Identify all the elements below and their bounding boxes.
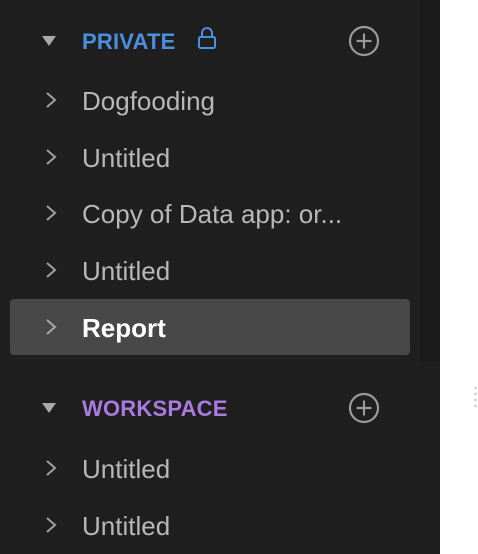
caret-down-icon[interactable] [42, 36, 56, 46]
sidebar: PRIVATE Dogfooding Untitled Copy of Data… [0, 0, 440, 554]
section-title-private: PRIVATE [82, 29, 176, 54]
tree-item-label: Report [82, 313, 166, 343]
tree-item-dogfooding[interactable]: Dogfooding [10, 72, 410, 128]
tree-item-untitled[interactable]: Untitled [10, 129, 410, 185]
tree-item-untitled[interactable]: Untitled [10, 497, 410, 553]
tree-item-copy-of-data-app[interactable]: Copy of Data app: or... [10, 185, 410, 241]
chevron-right-icon[interactable] [42, 203, 60, 223]
tree-item-label: Untitled [82, 256, 171, 286]
lock-icon [198, 27, 216, 49]
tree-item-untitled[interactable]: Untitled [10, 440, 410, 496]
section-title-workspace: WORKSPACE [82, 396, 228, 421]
tree-item-untitled[interactable]: Untitled [10, 242, 410, 298]
scroll-gutter [420, 0, 440, 362]
chevron-right-icon[interactable] [42, 317, 60, 337]
resize-handle[interactable] [474, 386, 477, 408]
chevron-right-icon[interactable] [42, 515, 60, 535]
section-header-workspace[interactable]: WORKSPACE [0, 389, 420, 429]
caret-down-icon[interactable] [42, 403, 56, 413]
tree-item-label: Copy of Data app: or... [82, 199, 343, 229]
chevron-right-icon[interactable] [42, 90, 60, 110]
tree-item-label: Untitled [82, 454, 171, 484]
tree-item-report[interactable]: Report [10, 299, 410, 355]
tree-item-label: Dogfooding [82, 86, 215, 116]
tree-item-label: Untitled [82, 143, 171, 173]
tree-item-label: Untitled [82, 511, 171, 541]
section-header-private[interactable]: PRIVATE [0, 22, 420, 62]
add-private-page-button[interactable] [348, 25, 380, 57]
chevron-right-icon[interactable] [42, 458, 60, 478]
add-workspace-page-button[interactable] [348, 392, 380, 424]
chevron-right-icon[interactable] [42, 147, 60, 167]
chevron-right-icon[interactable] [42, 260, 60, 280]
